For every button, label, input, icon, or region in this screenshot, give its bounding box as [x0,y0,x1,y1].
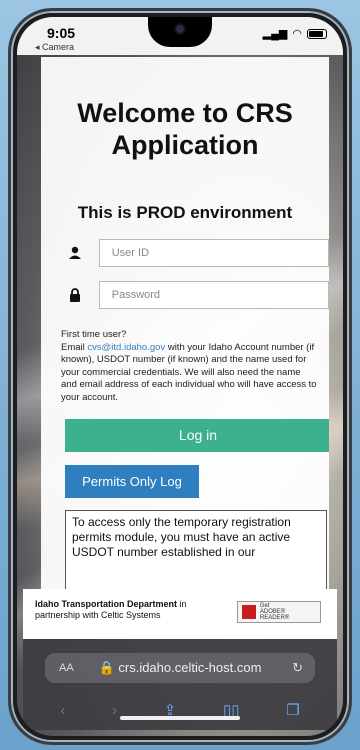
reader-settings-button[interactable]: AA [59,662,74,674]
info-email-prefix: Email [61,341,88,353]
password-input[interactable] [98,281,329,309]
permits-only-login-button[interactable]: Permits Only Log [65,464,199,498]
adobe-reader-badge[interactable]: Get ADOBE® READER® [237,601,321,623]
adobe-icon [242,605,256,619]
battery-icon [307,28,327,39]
forward-icon[interactable]: › [112,702,117,719]
phone-frame: 9:05 ◂ Camera ▂▄▆ ◠ Welcome to CRS Appli… [8,8,352,745]
url-text: 🔒 crs.idaho.celtic-host.com [98,660,262,675]
userid-row [67,239,329,267]
login-button[interactable]: Log in [65,418,329,452]
address-bar[interactable]: AA 🔒 crs.idaho.celtic-host.com ↻ [45,653,315,683]
reload-icon[interactable]: ↻ [292,660,303,676]
user-icon [67,245,83,261]
login-card: Welcome to CRS Application This is PROD … [41,57,329,597]
wifi-icon: ◠ [292,28,302,40]
password-row [67,281,329,309]
adobe-badge-line2: ADOBE® READER® [259,609,290,621]
footer-text: Idaho Transportation Department in partn… [35,599,187,621]
page-title: Welcome to CRS Application [77,98,293,160]
camera-icon [174,23,186,35]
email-link[interactable]: cvs@itd.idaho.gov [87,342,165,353]
userid-input[interactable] [98,239,329,267]
browser-toolbar: AA 🔒 crs.idaho.celtic-host.com ↻ ‹ › ⇪ ▯… [23,639,337,730]
back-icon[interactable]: ‹ [60,702,65,719]
footer-partner: partnership with Celtic Systems [35,610,161,620]
first-time-info: First time user? Email cvs@itd.idaho.gov… [61,329,317,405]
adobe-badge-text: Get ADOBE® READER® [260,603,316,621]
footer-org: Idaho Transportation Department [35,599,178,609]
signal-icon: ▂▄▆ [262,28,288,40]
screen: 9:05 ◂ Camera ▂▄▆ ◠ Welcome to CRS Appli… [17,17,343,736]
back-to-app-link[interactable]: ◂ Camera [35,42,74,53]
status-bar: 9:05 ◂ Camera ▂▄▆ ◠ [17,17,343,55]
footer-banner: Idaho Transportation Department in partn… [23,589,337,639]
status-icons: ▂▄▆ ◠ [263,27,327,40]
info-intro: First time user? [61,329,127,340]
home-indicator[interactable] [120,716,240,720]
permits-info-box: To access only the temporary registratio… [65,509,327,590]
status-time: 9:05 [47,25,76,41]
environment-heading: This is PROD environment [77,203,293,222]
url-value: crs.idaho.celtic-host.com [118,660,262,675]
footer-org-suffix: in [177,599,187,609]
notch [148,17,212,47]
tabs-icon[interactable]: ❐ [286,701,299,719]
lock-icon [67,287,83,303]
